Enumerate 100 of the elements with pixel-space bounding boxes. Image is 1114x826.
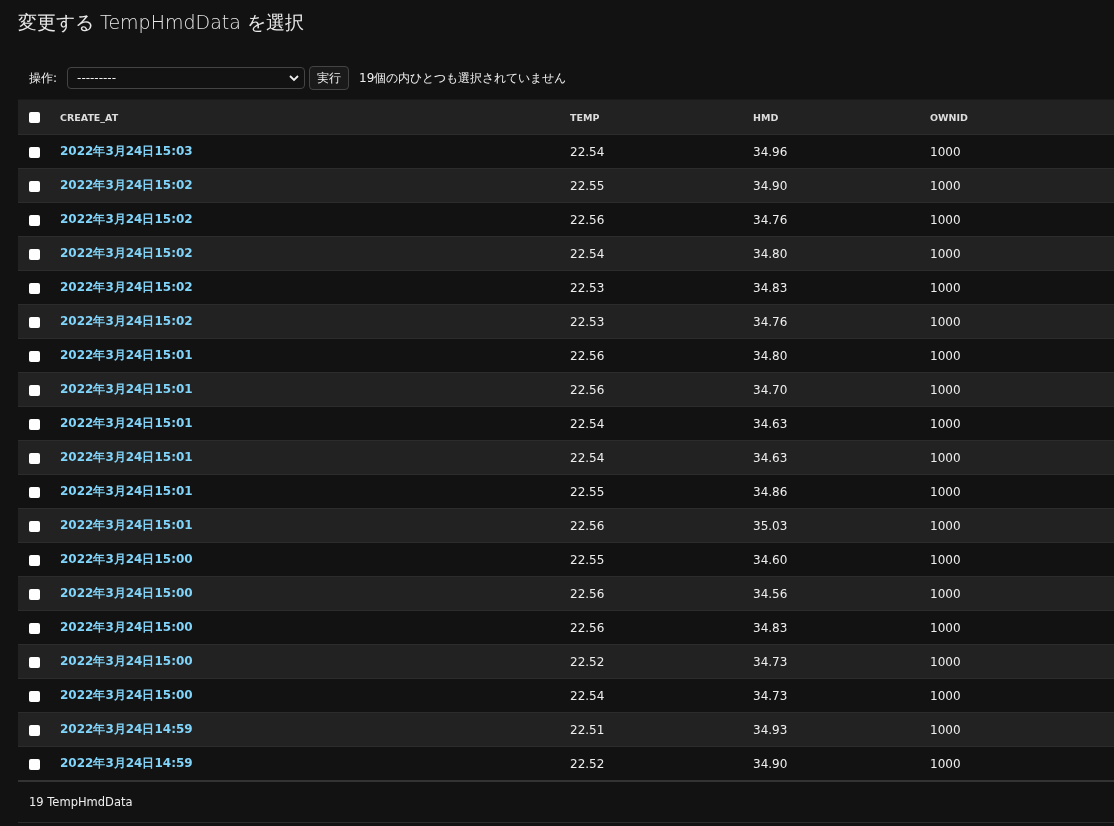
record-link[interactable]: 2022年3月24日15:02 xyxy=(60,212,193,226)
table-cell: 22.54 xyxy=(570,450,605,465)
table-cell: 1000 xyxy=(930,654,961,669)
table-cell: 1000 xyxy=(930,756,961,771)
table-cell: 1000 xyxy=(930,212,961,227)
table-cell: 1000 xyxy=(930,178,961,193)
table-cell: 1000 xyxy=(930,620,961,635)
table-cell: 22.52 xyxy=(570,756,605,771)
table-cell: 1000 xyxy=(930,552,961,567)
table-cell: 1000 xyxy=(930,518,961,533)
row-checkbox[interactable] xyxy=(29,554,40,566)
row-checkbox[interactable] xyxy=(29,146,40,158)
row-checkbox[interactable] xyxy=(29,248,40,260)
record-link[interactable]: 2022年3月24日15:02 xyxy=(60,178,193,192)
record-link[interactable]: 2022年3月24日15:01 xyxy=(60,416,193,430)
table-cell: 34.86 xyxy=(753,484,788,499)
row-checkbox[interactable] xyxy=(29,214,40,226)
record-link[interactable]: 2022年3月24日14:59 xyxy=(60,756,193,770)
table-cell: 22.52 xyxy=(570,654,605,669)
row-checkbox[interactable] xyxy=(29,384,40,396)
table-cell: 22.56 xyxy=(570,382,605,397)
record-link[interactable]: 2022年3月24日15:00 xyxy=(60,654,193,668)
run-button[interactable]: 実行 xyxy=(309,66,350,90)
table-cell: 34.83 xyxy=(753,620,788,635)
column-header[interactable]: CREATE_AT xyxy=(60,111,119,123)
record-link[interactable]: 2022年3月24日15:00 xyxy=(60,688,193,702)
table-cell: 34.63 xyxy=(753,416,788,431)
table-cell: 1000 xyxy=(930,382,961,397)
row-checkbox[interactable] xyxy=(29,486,40,498)
record-link[interactable]: 2022年3月24日15:01 xyxy=(60,348,193,362)
table-cell: 34.80 xyxy=(753,348,788,363)
page-title: 変更する TempHmdData を選択 xyxy=(18,10,305,35)
table-cell: 34.76 xyxy=(753,314,788,329)
table-cell: 22.53 xyxy=(570,280,605,295)
table-cell: 22.51 xyxy=(570,722,605,737)
record-link[interactable]: 2022年3月24日15:00 xyxy=(60,552,193,566)
record-link[interactable]: 2022年3月24日15:01 xyxy=(60,450,193,464)
table-cell: 22.54 xyxy=(570,416,605,431)
table-cell: 1000 xyxy=(930,280,961,295)
table-cell: 22.56 xyxy=(570,620,605,635)
table-cell: 22.56 xyxy=(570,212,605,227)
table-cell: 22.55 xyxy=(570,178,605,193)
table-cell: 1000 xyxy=(930,688,961,703)
column-header[interactable]: OWNID xyxy=(930,111,968,123)
table-cell: 1000 xyxy=(930,586,961,601)
record-link[interactable]: 2022年3月24日15:02 xyxy=(60,280,193,294)
action-select[interactable]: --------- xyxy=(67,67,306,89)
chevron-down-icon xyxy=(289,74,300,82)
table-cell: 34.90 xyxy=(753,756,788,771)
record-link[interactable]: 2022年3月24日15:02 xyxy=(60,314,193,328)
table-cell: 22.54 xyxy=(570,246,605,261)
table-cell: 34.73 xyxy=(753,688,788,703)
column-header[interactable]: TEMP xyxy=(570,111,600,123)
row-checkbox[interactable] xyxy=(29,418,40,430)
row-checkbox[interactable] xyxy=(29,452,40,464)
table-cell: 35.03 xyxy=(753,518,788,533)
record-link[interactable]: 2022年3月24日15:01 xyxy=(60,518,193,532)
row-checkbox[interactable] xyxy=(29,690,40,702)
table-cell: 34.96 xyxy=(753,144,788,159)
table-cell: 22.53 xyxy=(570,314,605,329)
table-cell: 34.83 xyxy=(753,280,788,295)
column-header[interactable]: HMD xyxy=(753,111,779,123)
row-checkbox[interactable] xyxy=(29,350,40,362)
table-cell: 34.56 xyxy=(753,586,788,601)
table-cell: 1000 xyxy=(930,722,961,737)
record-link[interactable]: 2022年3月24日15:00 xyxy=(60,620,193,634)
table-cell: 22.54 xyxy=(570,688,605,703)
table-cell: 1000 xyxy=(930,144,961,159)
table-cell: 1000 xyxy=(930,484,961,499)
table-cell: 22.56 xyxy=(570,518,605,533)
table-cell: 22.56 xyxy=(570,586,605,601)
table-cell: 1000 xyxy=(930,416,961,431)
row-checkbox[interactable] xyxy=(29,588,40,600)
record-link[interactable]: 2022年3月24日15:01 xyxy=(60,484,193,498)
table-cell: 1000 xyxy=(930,348,961,363)
result-count: 19 TempHmdData xyxy=(29,795,133,809)
table-cell: 22.55 xyxy=(570,552,605,567)
row-checkbox[interactable] xyxy=(29,758,40,770)
row-checkbox[interactable] xyxy=(29,724,40,736)
table-cell: 34.76 xyxy=(753,212,788,227)
table-cell: 34.73 xyxy=(753,654,788,669)
row-checkbox[interactable] xyxy=(29,180,40,192)
record-link[interactable]: 2022年3月24日14:59 xyxy=(60,722,193,736)
table-cell: 22.54 xyxy=(570,144,605,159)
record-link[interactable]: 2022年3月24日15:01 xyxy=(60,382,193,396)
row-checkbox[interactable] xyxy=(29,316,40,328)
table-cell: 34.90 xyxy=(753,178,788,193)
row-checkbox[interactable] xyxy=(29,282,40,294)
table-cell: 1000 xyxy=(930,450,961,465)
row-checkbox[interactable] xyxy=(29,656,40,668)
row-checkbox[interactable] xyxy=(29,520,40,532)
record-link[interactable]: 2022年3月24日15:02 xyxy=(60,246,193,260)
action-label: 操作: xyxy=(29,69,58,87)
row-checkbox[interactable] xyxy=(29,622,40,634)
table-cell: 1000 xyxy=(930,246,961,261)
record-link[interactable]: 2022年3月24日15:00 xyxy=(60,586,193,600)
table-cell: 22.55 xyxy=(570,484,605,499)
select-all-checkbox[interactable] xyxy=(29,112,40,123)
record-link[interactable]: 2022年3月24日15:03 xyxy=(60,144,193,158)
table-cell: 34.70 xyxy=(753,382,788,397)
